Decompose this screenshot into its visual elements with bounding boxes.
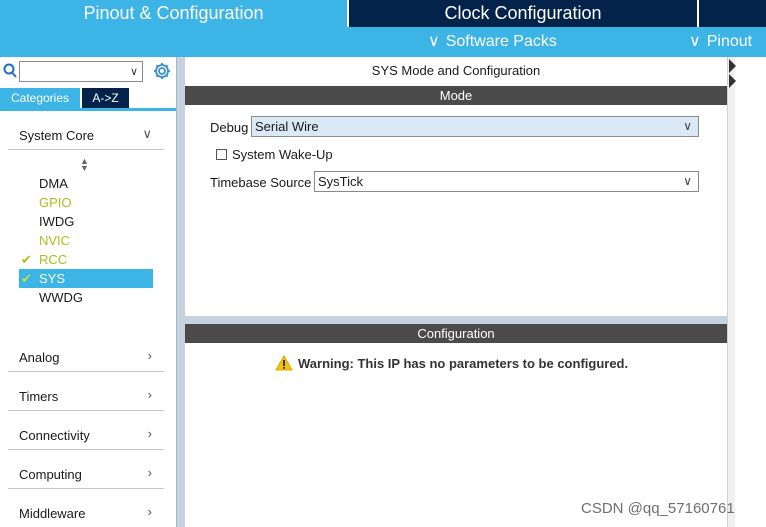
tab-pinout-label: Pinout & Configuration	[83, 3, 264, 23]
timebase-value: SysTick	[318, 174, 364, 189]
category-middleware[interactable]: Middleware ›	[8, 498, 164, 527]
tab-underline	[0, 108, 176, 111]
left-panel: ∨ Categories A->Z System Core ∨ ▲ ▼ DMA G…	[0, 57, 176, 527]
search-icon[interactable]	[3, 63, 17, 79]
category-label: Connectivity	[19, 428, 90, 443]
az-tab[interactable]: A->Z	[82, 88, 129, 108]
category-label: Timers	[19, 389, 59, 404]
chevron-right-icon: ›	[147, 426, 152, 441]
expand-right-icon[interactable]	[729, 59, 736, 73]
item-label: NVIC	[39, 233, 71, 248]
mode-header: Mode	[185, 86, 727, 105]
item-label: GPIO	[39, 195, 72, 210]
list-item-nvic[interactable]: NVIC	[19, 231, 153, 250]
panel-splitter[interactable]	[176, 57, 185, 527]
category-label: Middleware	[19, 506, 86, 521]
list-item-rcc[interactable]: ✔ RCC	[19, 250, 153, 269]
item-label: IWDG	[39, 214, 75, 229]
software-packs-menu[interactable]: ∨ Software Packs	[428, 27, 557, 57]
gear-icon[interactable]	[152, 61, 172, 81]
az-tab-label: A->Z	[92, 91, 119, 105]
page-title: SYS Mode and Configuration	[371, 63, 541, 78]
categories-tab-label: Categories	[10, 91, 70, 105]
debug-label: Debug	[210, 120, 249, 135]
mode-configuration-panel: SYS Mode and Configuration Mode Debug Se…	[185, 57, 727, 527]
chevron-right-icon: ›	[147, 465, 152, 480]
categories-tab[interactable]: Categories	[0, 88, 80, 108]
right-collapse-strip	[727, 57, 766, 527]
expand-right-icon[interactable]	[729, 74, 736, 88]
software-packs-label: Software Packs	[445, 33, 557, 50]
chevron-right-icon: ›	[147, 348, 152, 363]
search-input[interactable]: ∨	[19, 61, 143, 82]
pinout-menu-label: Pinout	[706, 33, 753, 50]
list-item-gpio[interactable]: GPIO	[19, 193, 153, 212]
tab-pinout-configuration[interactable]: Pinout & Configuration	[0, 0, 347, 27]
chevron-right-icon: ›	[147, 387, 152, 402]
category-timers[interactable]: Timers ›	[8, 381, 164, 411]
collapse-bar[interactable]	[728, 57, 735, 527]
panel-divider[interactable]	[185, 316, 727, 324]
category-analog[interactable]: Analog ›	[8, 342, 164, 372]
timebase-label: Timebase Source	[210, 175, 312, 190]
category-system-core[interactable]: System Core ∨	[8, 120, 164, 150]
category-label: Computing	[19, 467, 82, 482]
chevron-right-icon: ›	[147, 504, 152, 519]
list-item-iwdg[interactable]: IWDG	[19, 212, 153, 231]
item-label: SYS	[39, 271, 66, 286]
watermark: CSDN @qq_57160761	[581, 500, 735, 517]
tab-clock-label: Clock Configuration	[444, 3, 602, 23]
secondary-toolbar: ∨ Software Packs ∨ Pinout	[0, 27, 766, 57]
chevron-down-icon: ∨	[428, 33, 440, 50]
checkmark-icon: ✔	[21, 271, 32, 286]
debug-select[interactable]: Serial Wire ∨	[251, 116, 699, 137]
chevron-down-icon: ∨	[683, 119, 692, 133]
timebase-select[interactable]: SysTick ∨	[314, 171, 699, 192]
category-label: Analog	[19, 350, 60, 365]
checkmark-icon: ✔	[21, 252, 32, 267]
system-wakeup-checkbox[interactable]	[216, 149, 227, 160]
category-computing[interactable]: Computing ›	[8, 459, 164, 489]
system-wakeup-label: System Wake-Up	[232, 147, 333, 162]
list-item-sys[interactable]: ✔ SYS	[19, 269, 153, 288]
list-item-wwdg[interactable]: WWDG	[19, 288, 153, 307]
chevron-down-icon[interactable]: ∨	[130, 65, 138, 78]
pinout-menu[interactable]: ∨ Pinout	[689, 27, 752, 57]
chevron-down-icon: ∨	[689, 33, 701, 50]
sort-icon[interactable]: ▲ ▼	[80, 157, 89, 173]
debug-value: Serial Wire	[255, 119, 319, 134]
warning-message: Warning: This IP has no parameters to be…	[298, 356, 629, 371]
tab-more[interactable]	[699, 0, 766, 27]
tab-clock-configuration[interactable]: Clock Configuration	[349, 0, 697, 27]
list-item-dma[interactable]: DMA	[19, 174, 153, 193]
top-tab-bar: Pinout & Configuration Clock Configurati…	[0, 0, 766, 27]
item-label: DMA	[39, 176, 68, 191]
configuration-header: Configuration	[185, 324, 727, 343]
item-label: RCC	[39, 252, 68, 267]
chevron-down-icon: ∨	[142, 126, 152, 141]
chevron-down-icon: ∨	[683, 174, 692, 188]
search-row: ∨	[0, 57, 176, 87]
warning-icon	[275, 355, 293, 371]
category-label: System Core	[19, 128, 95, 143]
category-connectivity[interactable]: Connectivity ›	[8, 420, 164, 450]
item-label: WWDG	[39, 290, 84, 305]
